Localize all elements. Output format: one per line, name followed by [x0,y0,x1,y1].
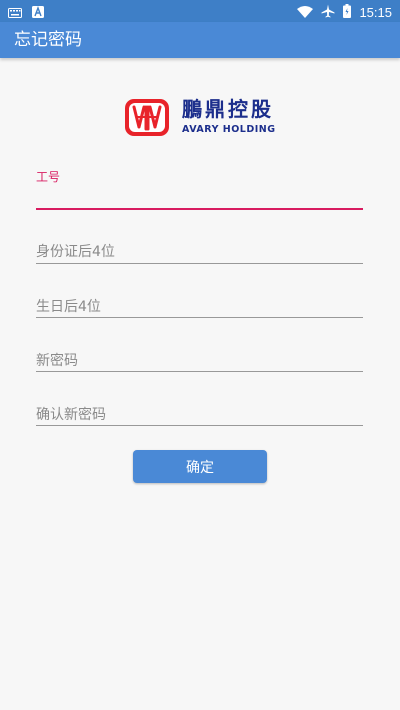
battery-icon [343,3,352,22]
logo-mark-icon [125,99,169,136]
new-password-field[interactable] [36,349,363,375]
birthday-last4-field[interactable] [36,295,363,321]
page-title: 忘记密码 [14,30,82,50]
brand-name-en: AVARY HOLDING [182,124,276,135]
a-badge-icon [32,3,44,22]
brand-name-cn: 鵬鼎控股 [182,97,274,121]
status-bar: 15:15 [0,0,400,22]
keyboard-icon [8,3,22,22]
employee-id-field[interactable]: 工号 [36,170,363,212]
confirm-password-underline [36,425,363,426]
birthday-last4-underline [36,317,363,318]
confirm-button[interactable]: 确定 [133,450,267,483]
id-last4-input[interactable] [36,242,363,262]
wifi-icon [297,3,314,22]
confirm-password-field[interactable] [36,403,363,429]
status-time: 15:15 [359,4,392,20]
employee-id-label: 工号 [36,170,61,184]
confirm-password-input[interactable] [36,405,363,425]
new-password-input[interactable] [36,351,363,371]
airplane-icon [321,3,335,22]
id-last4-field[interactable] [36,240,363,266]
employee-id-input[interactable] [36,188,363,208]
id-last4-underline [36,263,363,264]
app-bar: 忘记密码 [0,22,400,58]
birthday-last4-input[interactable] [36,297,363,317]
new-password-underline [36,371,363,372]
employee-id-underline [36,208,363,210]
